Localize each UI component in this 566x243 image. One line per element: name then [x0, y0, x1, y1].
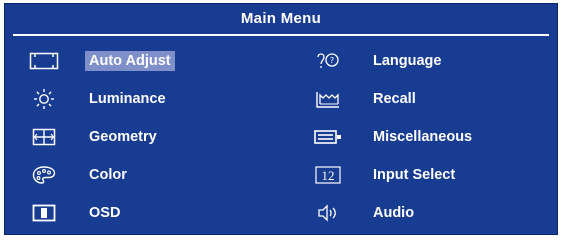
menu-item-luminance[interactable]: Luminance — [27, 86, 170, 112]
language-icon: ? — [311, 50, 345, 72]
miscellaneous-icon — [311, 126, 345, 148]
menu-item-label: Auto Adjust — [85, 51, 175, 71]
menu-item-language[interactable]: ? Language — [311, 48, 445, 74]
menu-item-miscellaneous[interactable]: Miscellaneous — [311, 124, 476, 150]
recall-icon — [311, 88, 345, 110]
input-select-icon-text: 12 — [322, 168, 335, 183]
geometry-icon — [27, 126, 61, 148]
menu-item-label: Audio — [373, 205, 415, 221]
sun-icon — [27, 88, 61, 110]
menu-item-color[interactable]: Color — [27, 162, 131, 188]
menu-item-label: OSD — [89, 205, 121, 221]
osd-main-menu: Main Menu Auto Adjust Luminance Geometry… — [4, 3, 558, 235]
menu-item-geometry[interactable]: Geometry — [27, 124, 161, 150]
title-divider — [13, 34, 549, 36]
menu-item-label: Language — [373, 53, 442, 69]
menu-item-recall[interactable]: Recall — [311, 86, 420, 112]
menu-item-label: Color — [89, 167, 127, 183]
svg-text:?: ? — [330, 56, 334, 65]
menu-item-label: Luminance — [89, 91, 166, 107]
input-select-icon: 12 — [311, 164, 345, 186]
menu-item-audio[interactable]: Audio — [311, 200, 418, 226]
auto-adjust-icon — [27, 50, 61, 72]
menu-item-osd[interactable]: OSD — [27, 200, 124, 226]
menu-item-input-select[interactable]: 12 Input Select — [311, 162, 459, 188]
menu-item-label: Input Select — [373, 167, 456, 183]
menu-item-auto-adjust[interactable]: Auto Adjust — [27, 48, 175, 74]
menu-item-label: Miscellaneous — [373, 129, 473, 145]
palette-icon — [27, 164, 61, 186]
speaker-icon — [311, 202, 345, 224]
menu-item-label: Geometry — [89, 129, 157, 145]
menu-item-label: Recall — [373, 91, 416, 107]
osd-window-icon — [27, 202, 61, 224]
menu-title: Main Menu — [240, 10, 322, 27]
